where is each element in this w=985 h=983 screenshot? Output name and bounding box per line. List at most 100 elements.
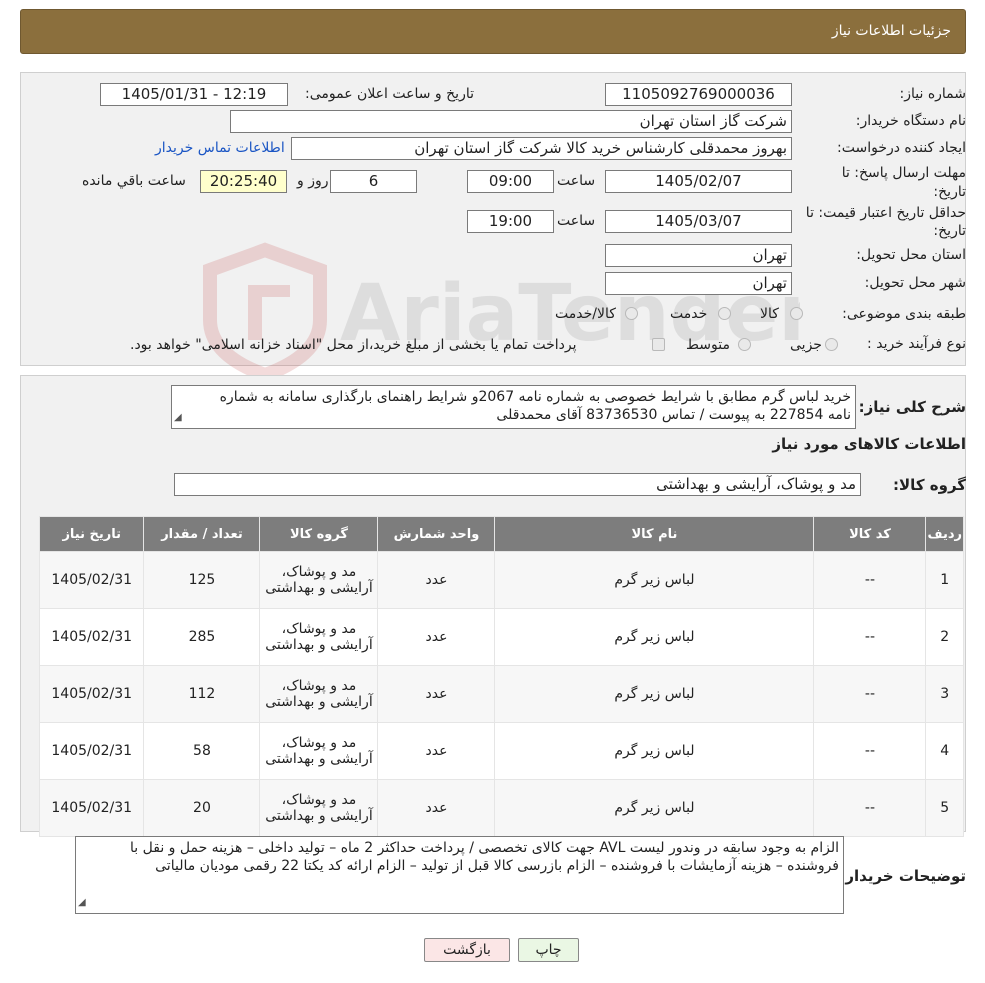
category-option-goods: کالا (760, 306, 779, 322)
print-button[interactable]: چاپ (518, 938, 579, 962)
remaining-label: ساعت باقي مانده (82, 173, 186, 189)
col-group: گروه کالا (259, 516, 379, 552)
cell-group: مد و پوشاک، آرایشی و بهداشتی (259, 722, 379, 780)
cell-qty: 125 (143, 551, 261, 609)
city-field: تهران (605, 272, 792, 295)
validity-label: حداقل تاريخ اعتبار قیمت: تا (805, 205, 966, 221)
cell-name: لباس زیر گرم (494, 722, 815, 780)
cell-code: -- (813, 608, 927, 666)
col-name: نام کالا (494, 516, 815, 552)
creator-label: ایجاد کننده درخواست: (837, 140, 966, 156)
buyer-notes-textarea[interactable]: الزام به وجود سابقه در وندور لیست AVL جه… (75, 836, 844, 914)
category-label: طبقه بندی موضوعی: (842, 306, 966, 322)
table-row: 1 -- لباس زیر گرم عدد مد و پوشاک، آرایشی… (38, 551, 964, 609)
goods-group-field: مد و پوشاک، آرایشی و بهداشتی (174, 473, 861, 496)
remaining-time-field: 20:25:40 (200, 170, 287, 193)
buyer-notes-label: توضیحات خریدار: (839, 867, 966, 885)
cell-name: لباس زیر گرم (494, 665, 815, 723)
goods-group-label: گروه کالا: (893, 476, 966, 494)
buyer-org-label: نام دستگاه خریدار: (855, 113, 966, 129)
description-label: شرح کلی نیاز: (858, 398, 966, 416)
table-header-row: ردیف کد کالا نام کالا واحد شمارش گروه کا… (38, 516, 964, 552)
category-radio-goods-service[interactable] (625, 307, 638, 320)
cell-row: 3 (925, 665, 964, 723)
col-code: کد کالا (813, 516, 927, 552)
resize-grip-icon[interactable]: ◢ (174, 409, 182, 427)
table-row: 5 -- لباس زیر گرم عدد مد و پوشاک، آرایشی… (38, 779, 964, 837)
cell-unit: عدد (377, 608, 496, 666)
days-field: 6 (330, 170, 417, 193)
cell-code: -- (813, 551, 927, 609)
cell-group: مد و پوشاک، آرایشی و بهداشتی (259, 608, 379, 666)
description-line-2: نامه 227854 به پیوست / تماس 83736530 آقا… (496, 407, 851, 423)
process-option-medium: متوسط (686, 337, 730, 353)
need-number-field: 1105092769000036 (605, 83, 792, 106)
cell-unit: عدد (377, 722, 496, 780)
deadline-time-label: ساعت (557, 173, 596, 189)
page-title: جزئیات اطلاعات نیاز (831, 23, 951, 39)
cell-code: -- (813, 665, 927, 723)
deadline-date-field: 1405/02/07 (605, 170, 792, 193)
validity-date-field: 1405/03/07 (605, 210, 792, 233)
validity-time-field: 19:00 (467, 210, 554, 233)
cell-unit: عدد (377, 551, 496, 609)
announce-field: 1405/01/31 - 12:19 (100, 83, 288, 106)
cell-group: مد و پوشاک، آرایشی و بهداشتی (259, 665, 379, 723)
cell-qty: 58 (143, 722, 261, 780)
cell-code: -- (813, 779, 927, 837)
buyer-notes-line-2: فروشنده – هزینه آزمایشات با فروشنده – ال… (155, 858, 839, 874)
province-field: تهران (605, 244, 792, 267)
announce-label: تاریخ و ساعت اعلان عمومی: (305, 86, 474, 102)
process-radio-minor[interactable] (825, 338, 838, 351)
cell-qty: 20 (143, 779, 261, 837)
table-row: 3 -- لباس زیر گرم عدد مد و پوشاک، آرایشی… (38, 665, 964, 723)
cell-name: لباس زیر گرم (494, 608, 815, 666)
description-line-1: خرید لباس گرم مطابق با شرایط خصوصی به شم… (219, 389, 851, 405)
validity-time-label: ساعت (557, 213, 596, 229)
process-label: نوع فرآیند خرید : (867, 336, 966, 352)
table-row: 2 -- لباس زیر گرم عدد مد و پوشاک، آرایشی… (38, 608, 964, 666)
category-radio-goods[interactable] (790, 307, 803, 320)
col-qty: تعداد / مقدار (143, 516, 261, 552)
items-table: ردیف کد کالا نام کالا واحد شمارش گروه کا… (38, 516, 964, 837)
cell-name: لباس زیر گرم (494, 551, 815, 609)
cell-date: 1405/02/31 (38, 608, 145, 666)
process-radio-medium[interactable] (738, 338, 751, 351)
resize-grip-icon[interactable]: ◢ (78, 894, 86, 912)
cell-date: 1405/02/31 (38, 665, 145, 723)
buyer-notes-line-1: الزام به وجود سابقه در وندور لیست AVL جه… (130, 840, 839, 856)
days-label: روز و (297, 173, 329, 189)
category-option-service: خدمت (670, 306, 708, 322)
deadline-time-field: 09:00 (467, 170, 554, 193)
city-label: شهر محل تحویل: (864, 275, 966, 291)
col-unit: واحد شمارش (377, 516, 496, 552)
cell-row: 2 (925, 608, 964, 666)
validity-label-2: تاریخ: (933, 223, 966, 239)
need-number-label: شماره نیاز: (899, 86, 967, 102)
back-button[interactable]: بازگشت (424, 938, 510, 962)
deadline-label-2: تاریخ: (933, 184, 966, 200)
buyer-org-field: شرکت گاز استان تهران (230, 110, 792, 133)
cell-group: مد و پوشاک، آرایشی و بهداشتی (259, 779, 379, 837)
buyer-contact-link[interactable]: اطلاعات تماس خریدار (155, 140, 285, 156)
cell-qty: 285 (143, 608, 261, 666)
col-date: تاریخ نیاز (38, 516, 145, 552)
description-textarea[interactable]: خرید لباس گرم مطابق با شرایط خصوصی به شم… (171, 385, 856, 429)
category-option-goods-service: کالا/خدمت (555, 306, 616, 322)
creator-field: بهروز محمدقلی کارشناس خرید کالا شرکت گاز… (291, 137, 792, 160)
cell-row: 5 (925, 779, 964, 837)
cell-unit: عدد (377, 665, 496, 723)
treasury-checkbox[interactable] (652, 338, 665, 351)
deadline-label: مهلت ارسال پاسخ: تا (841, 165, 966, 181)
cell-row: 4 (925, 722, 964, 780)
cell-name: لباس زیر گرم (494, 779, 815, 837)
col-row: ردیف (925, 516, 964, 552)
category-radio-service[interactable] (718, 307, 731, 320)
cell-group: مد و پوشاک، آرایشی و بهداشتی (259, 551, 379, 609)
cell-row: 1 (925, 551, 964, 609)
cell-date: 1405/02/31 (38, 551, 145, 609)
page-header: جزئیات اطلاعات نیاز (20, 9, 966, 54)
cell-code: -- (813, 722, 927, 780)
cell-unit: عدد (377, 779, 496, 837)
goods-info-title: اطلاعات کالاهای مورد نیاز (772, 435, 966, 453)
